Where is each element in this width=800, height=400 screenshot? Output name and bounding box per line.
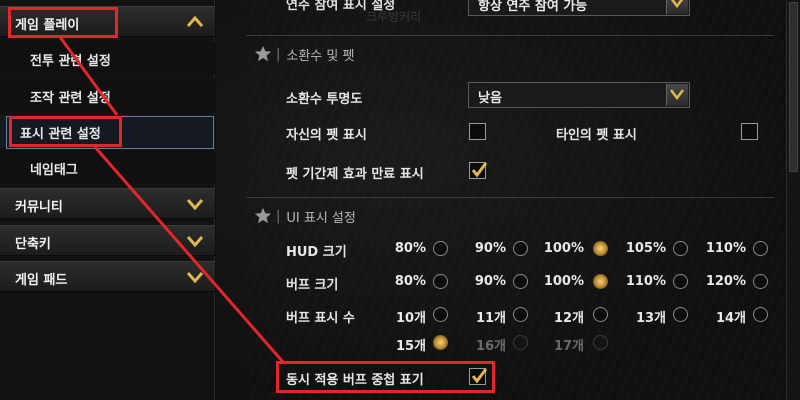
buff-size-label: 버프 크기 [286, 278, 339, 293]
hud-105-radio[interactable] [673, 241, 688, 256]
sidebar-item-combat[interactable]: 전투 관련 설정 [0, 42, 215, 75]
buff-count-option-label: 16개 [475, 339, 506, 354]
sidebar-item-label: 네임태그 [30, 163, 78, 178]
buff-count-label: 버프 표시 수 [286, 311, 355, 326]
section-divider [246, 35, 774, 36]
section-ui-display-header: | UI 표시 설정 [254, 204, 356, 228]
annotation-box-stack-buff [276, 361, 495, 393]
buff-size-100-radio[interactable] [593, 274, 608, 289]
hud-size-label: HUD 크기 [286, 245, 347, 260]
buff-count-13-radio[interactable] [673, 307, 688, 322]
sidebar-item-label: 조작 관련 설정 [30, 91, 111, 106]
pet-expiry-label: 펫 기간제 효과 만료 표시 [286, 167, 424, 182]
star-icon [254, 45, 272, 62]
buff-size-option-label: 110% [625, 274, 666, 289]
section-summon-pet-header: | 소환수 및 펫 [254, 42, 354, 66]
category-community-label: 커뮤니티 [15, 200, 63, 215]
summon-opacity-dropdown[interactable]: 낮음 [468, 82, 690, 108]
buff-size-option-label: 80% [394, 274, 426, 289]
other-pet-checkbox[interactable] [741, 123, 758, 140]
star-icon [254, 207, 272, 224]
sidebar-item-label: 전투 관련 설정 [30, 54, 111, 69]
chevron-down-icon [666, 0, 688, 14]
settings-sidebar: 게임 플레이 전투 관련 설정 조작 관련 설정 표시 관련 설정 네임태그 커… [0, 0, 215, 400]
settings-main-panel: 연주 참여 표시 설정 크루방커리 항상 연주 참여 가능 | 소환수 및 펫 … [216, 0, 800, 400]
dropdown-value: 항상 연주 참여 가능 [478, 0, 588, 14]
chevron-down-icon [666, 84, 688, 106]
checkmark-icon [471, 162, 487, 178]
category-shortcut-label: 단축키 [15, 237, 51, 252]
own-pet-checkbox[interactable] [469, 123, 486, 140]
chevron-down-icon [186, 272, 204, 284]
buff-count-17-radio [593, 335, 608, 350]
buff-count-14-radio[interactable] [753, 307, 768, 322]
other-pet-label: 타인의 펫 표시 [556, 128, 637, 143]
chevron-down-icon [186, 236, 204, 248]
hud-option-label: 80% [394, 241, 426, 256]
section-title: 소환수 및 펫 [286, 48, 355, 64]
buff-count-option-label: 12개 [553, 311, 584, 326]
buff-count-option-label: 14개 [715, 311, 746, 326]
buff-count-12-radio[interactable] [593, 307, 608, 322]
hud-100-radio[interactable] [593, 241, 608, 256]
buff-size-120-radio[interactable] [753, 274, 768, 289]
chevron-up-icon [186, 15, 204, 27]
buff-count-10-radio[interactable] [433, 307, 448, 322]
category-community[interactable]: 커뮤니티 [0, 188, 215, 219]
annotation-box-display-settings [9, 116, 122, 147]
buff-size-80-radio[interactable] [433, 274, 448, 289]
buff-size-option-label: 120% [705, 274, 746, 289]
dropdown-value: 낮음 [478, 91, 502, 106]
performance-display-dropdown[interactable]: 항상 연주 참여 가능 [468, 0, 690, 16]
buff-count-option-label: 10개 [395, 311, 426, 326]
hud-option-label: 90% [474, 241, 506, 256]
buff-count-option-label: 17개 [553, 339, 584, 354]
buff-size-option-label: 100% [543, 274, 584, 289]
section-title: UI 표시 설정 [286, 210, 356, 226]
scrollbar-thumb[interactable] [789, 2, 798, 172]
buff-count-option-label: 13개 [635, 311, 666, 326]
category-gamepad[interactable]: 게임 패드 [0, 261, 215, 292]
summon-opacity-label: 소환수 투명도 [286, 92, 363, 107]
sidebar-item-nametag[interactable]: 네임태그 [0, 151, 215, 184]
buff-count-16-radio [513, 335, 528, 350]
hud-option-label: 100% [543, 241, 584, 256]
buff-size-option-label: 90% [474, 274, 506, 289]
hud-90-radio[interactable] [513, 241, 528, 256]
category-shortcut[interactable]: 단축키 [0, 225, 215, 256]
buff-count-11-radio[interactable] [513, 307, 528, 322]
hud-80-radio[interactable] [433, 241, 448, 256]
buff-size-90-radio[interactable] [513, 274, 528, 289]
buff-count-option-label: 15개 [395, 339, 426, 354]
buff-size-110-radio[interactable] [673, 274, 688, 289]
hud-110-radio[interactable] [753, 241, 768, 256]
own-pet-label: 자신의 펫 표시 [286, 128, 367, 143]
vertical-scrollbar[interactable] [786, 0, 800, 400]
sidebar-item-control[interactable]: 조작 관련 설정 [0, 79, 215, 112]
section-divider [246, 197, 774, 198]
hud-option-label: 110% [705, 241, 746, 256]
buff-count-15-radio[interactable] [433, 335, 448, 350]
hud-option-label: 105% [625, 241, 666, 256]
annotation-box-game-play [8, 7, 118, 38]
buff-count-option-label: 11개 [475, 311, 506, 326]
chevron-down-icon [186, 199, 204, 211]
pet-expiry-checkbox[interactable] [469, 162, 487, 179]
background-ghost-text: 크루방커리 [366, 10, 422, 24]
category-gamepad-label: 게임 패드 [15, 273, 68, 288]
